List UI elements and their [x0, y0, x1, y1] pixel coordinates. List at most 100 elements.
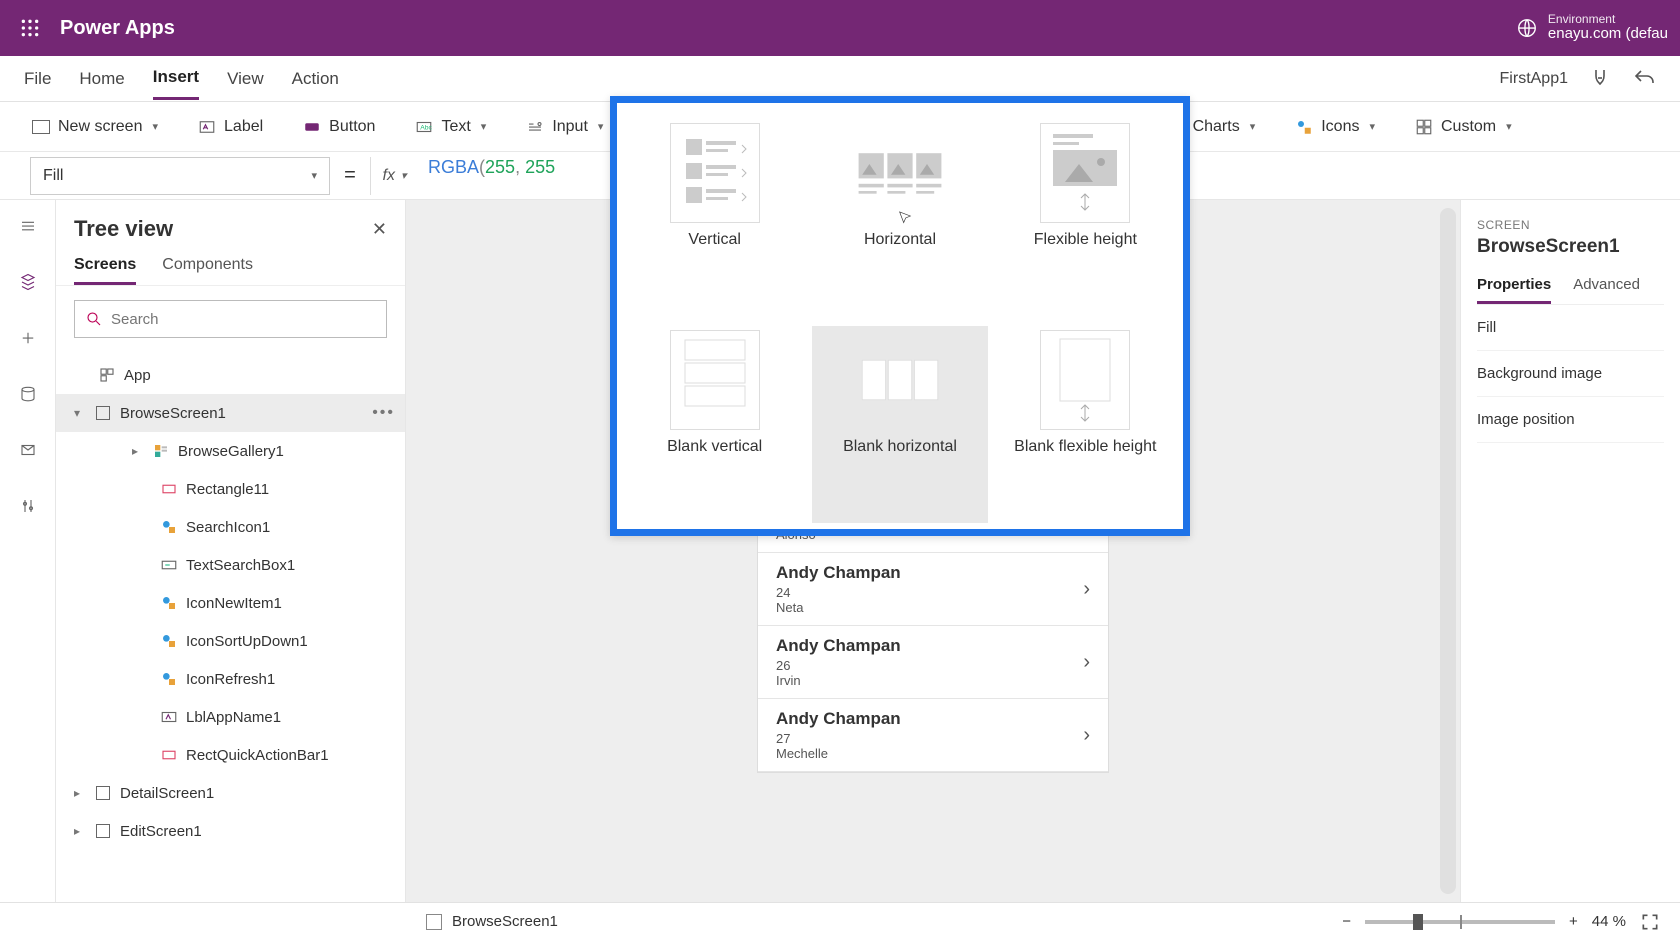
tree-row-label: TextSearchBox1 [186, 557, 295, 574]
record-line2: Irvin [776, 673, 901, 688]
fit-to-window-icon[interactable] [1640, 912, 1660, 932]
tree-row-app[interactable]: App [56, 356, 405, 394]
select-screen-checkbox[interactable] [426, 914, 442, 930]
chevron-down-icon: ▾ [1506, 120, 1512, 133]
property-row-fill[interactable]: Fill [1477, 305, 1664, 351]
chevron-right-icon[interactable]: ▸ [132, 444, 144, 458]
gallery-option-label: Blank vertical [667, 438, 762, 456]
tree-row[interactable]: TextSearchBox1 [56, 546, 405, 584]
tree-row-label: RectQuickActionBar1 [186, 747, 329, 764]
screen-icon [32, 120, 50, 134]
gallery-thumb-icon [670, 330, 760, 430]
tree-row-label: BrowseGallery1 [178, 443, 284, 460]
input-button[interactable]: Input ▾ [518, 112, 611, 142]
chevron-right-icon[interactable]: › [1083, 724, 1090, 747]
button-button-label: Button [329, 118, 375, 136]
rail-hamburger-icon[interactable] [14, 212, 42, 240]
gallery-option-blank-horizontal[interactable]: Blank horizontal [812, 326, 987, 523]
rectangle-icon [160, 746, 178, 764]
status-screen-name[interactable]: BrowseScreen1 [452, 913, 558, 930]
tree-row[interactable]: IconSortUpDown1 [56, 622, 405, 660]
menu-view[interactable]: View [227, 59, 264, 99]
screen-icon [94, 822, 112, 840]
tree-row-label: IconNewItem1 [186, 595, 282, 612]
gallery-option-blank-vertical[interactable]: Blank vertical [627, 326, 802, 523]
tree-row[interactable]: IconNewItem1 [56, 584, 405, 622]
object-type-label: SCREEN [1477, 218, 1664, 232]
props-tab-properties[interactable]: Properties [1477, 276, 1551, 304]
iconctrl-icon [160, 632, 178, 650]
rail-media-icon[interactable] [14, 436, 42, 464]
close-icon[interactable]: ✕ [372, 219, 387, 240]
properties-panel: SCREEN BrowseScreen1 Properties Advanced… [1460, 200, 1680, 902]
button-button[interactable]: Button [295, 112, 383, 142]
chevron-down-icon[interactable]: ▾ [74, 406, 86, 420]
app-name-field[interactable]: FirstApp1 [1500, 70, 1568, 88]
gallery-option-blank-flexible-height[interactable]: Blank flexible height [998, 326, 1173, 523]
menu-file[interactable]: File [24, 59, 51, 99]
tree-search[interactable] [74, 300, 387, 338]
tree-row[interactable]: ▸ BrowseGallery1 [56, 432, 405, 470]
environment-picker[interactable]: Environment enayu.com (defau [1548, 13, 1668, 43]
chevron-down-icon: ▾ [1369, 120, 1375, 133]
icons-button[interactable]: Icons ▾ [1287, 112, 1383, 142]
list-item[interactable]: Andy Champan 27 Mechelle › [758, 699, 1108, 772]
new-screen-button[interactable]: New screen ▾ [24, 112, 166, 142]
tree-row[interactable]: IconRefresh1 [56, 660, 405, 698]
zoom-in-button[interactable]: + [1569, 913, 1578, 930]
iconctrl-icon [160, 670, 178, 688]
property-selector[interactable]: Fill ▾ [30, 157, 330, 195]
more-icon[interactable]: ••• [372, 404, 395, 422]
zoom-value: 44 % [1592, 913, 1626, 930]
rail-insert-icon[interactable] [14, 324, 42, 352]
tree-row[interactable]: Rectangle11 [56, 470, 405, 508]
gallery-thumb-icon [670, 123, 760, 223]
object-name: BrowseScreen1 [1477, 236, 1664, 258]
app-checker-icon[interactable] [1588, 67, 1612, 91]
chevron-right-icon[interactable]: › [1083, 578, 1090, 601]
fx-button[interactable]: fx ▾ [370, 157, 418, 195]
tree-tab-screens[interactable]: Screens [74, 256, 136, 285]
chevron-down-icon: ▾ [1250, 120, 1256, 133]
rail-data-icon[interactable] [14, 380, 42, 408]
canvas-scrollbar[interactable] [1440, 208, 1456, 894]
list-item[interactable]: Andy Champan 26 Irvin › [758, 626, 1108, 699]
rail-advanced-tools-icon[interactable] [14, 492, 42, 520]
property-row-image-position[interactable]: Image position [1477, 397, 1664, 443]
zoom-out-button[interactable]: − [1342, 913, 1351, 930]
chevron-right-icon[interactable]: ▸ [74, 824, 86, 838]
environment-label: Environment [1548, 13, 1668, 26]
tree-search-input[interactable] [111, 311, 376, 328]
tree-view-panel: Tree view ✕ Screens Components App ▾ Bro… [56, 200, 406, 902]
tree-row-screen[interactable]: ▾ BrowseScreen1 ••• [56, 394, 405, 432]
menu-home[interactable]: Home [79, 59, 124, 99]
menu-insert[interactable]: Insert [153, 57, 199, 100]
custom-button[interactable]: Custom ▾ [1407, 112, 1520, 142]
record-line1: 24 [776, 585, 901, 600]
text-button-label: Text [441, 118, 470, 136]
app-header: Power Apps Environment enayu.com (defau [0, 0, 1680, 56]
menu-action[interactable]: Action [292, 59, 339, 99]
label-button-label: Label [224, 118, 263, 136]
list-item[interactable]: Andy Champan 24 Neta › [758, 553, 1108, 626]
tree-row[interactable]: SearchIcon1 [56, 508, 405, 546]
app-launcher-icon[interactable] [12, 10, 48, 46]
gallery-option-vertical[interactable]: Vertical [627, 119, 802, 316]
tree-row[interactable]: LblAppName1 [56, 698, 405, 736]
tree-row[interactable]: RectQuickActionBar1 [56, 736, 405, 774]
rail-tree-view-icon[interactable] [14, 268, 42, 296]
gallery-thumb-icon [855, 330, 945, 430]
tree-row-screen[interactable]: ▸ EditScreen1 [56, 812, 405, 850]
zoom-slider[interactable] [1365, 920, 1555, 924]
gallery-option-flexible-height[interactable]: Flexible height [998, 119, 1173, 316]
chevron-right-icon[interactable]: ▸ [74, 786, 86, 800]
chevron-right-icon[interactable]: › [1083, 651, 1090, 674]
tree-tab-components[interactable]: Components [162, 256, 253, 285]
label-button[interactable]: Label [190, 112, 271, 142]
props-tab-advanced[interactable]: Advanced [1573, 276, 1640, 304]
preview-screen[interactable]: 21 Alonso › Andy Champan 24 Neta › Andy … [758, 500, 1108, 772]
undo-icon[interactable] [1632, 67, 1656, 91]
tree-row-screen[interactable]: ▸ DetailScreen1 [56, 774, 405, 812]
property-row-bg-image[interactable]: Background image [1477, 351, 1664, 397]
text-button[interactable]: Abc Text ▾ [407, 112, 494, 142]
